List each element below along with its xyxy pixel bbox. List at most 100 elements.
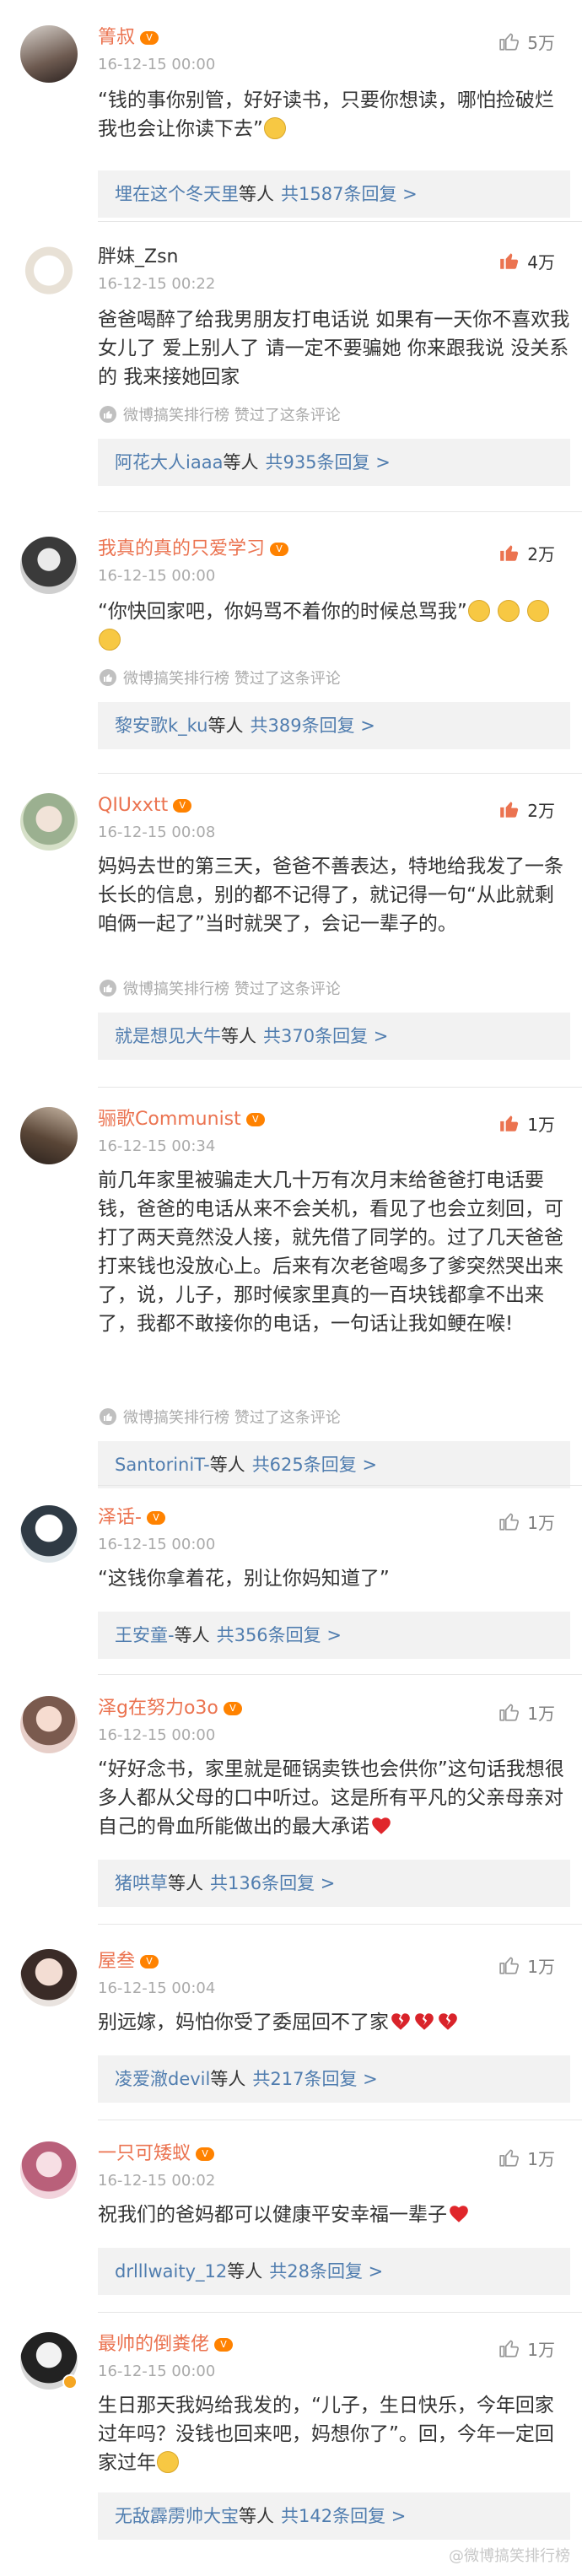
- username[interactable]: QIUxxtt V: [98, 793, 192, 818]
- reply-summary[interactable]: 阿花大人iaaa等人 共935条回复 >: [98, 439, 570, 486]
- comment-text: 前几年家里被骗走大几十万有次月末给爸爸打电话要钱，爸爸的电话从来不会关机，看见了…: [98, 1169, 563, 1335]
- reply-summary[interactable]: drlllwaity_12等人 共28条回复 >: [98, 2248, 570, 2295]
- reply-count-link: 共356条回复 >: [216, 1625, 342, 1645]
- reply-names: 凌爱澈devil: [115, 2069, 211, 2089]
- vip-badge-icon: V: [214, 2338, 234, 2352]
- like-button[interactable]: 2万: [498, 797, 555, 822]
- reply-names: 王安童-: [115, 1625, 175, 1645]
- avatar[interactable]: [20, 245, 78, 302]
- reply-summary[interactable]: 无敌霹雳帅大宝等人 共142条回复 >: [98, 2492, 570, 2540]
- reply-summary[interactable]: 黎安歌k_ku等人 共389条回复 >: [98, 702, 570, 749]
- avatar[interactable]: [20, 1696, 78, 1753]
- author-liked-note: 微博搞笑排行榜 赞过了这条评论: [98, 1406, 341, 1428]
- like-button[interactable]: 5万: [498, 29, 555, 54]
- like-count: 1万: [527, 1512, 555, 1533]
- timestamp: 16-12-15 00:02: [98, 2172, 216, 2190]
- divider: [98, 1924, 582, 1925]
- like-count: 4万: [527, 251, 555, 273]
- username[interactable]: 最帅的倒粪佬 V: [98, 2332, 234, 2357]
- reply-names: 就是想见大牛: [115, 1026, 221, 1046]
- chick-emoji-icon: [467, 600, 490, 622]
- reply-summary[interactable]: 王安童-等人 共356条回复 >: [98, 1612, 570, 1659]
- reply-count-link: 共935条回复 >: [265, 452, 391, 473]
- avatar[interactable]: [20, 1949, 78, 2006]
- author-liked-note: 微博搞笑排行榜 赞过了这条评论: [98, 403, 341, 425]
- vip-badge-icon: V: [245, 1113, 265, 1126]
- username[interactable]: 一只可矮蚁 V: [98, 2141, 215, 2167]
- thumbs-up-filled-icon: [500, 253, 519, 269]
- like-button[interactable]: 1万: [498, 1699, 555, 1725]
- thumbs-up-icon: [499, 1704, 520, 1721]
- like-button[interactable]: 1万: [498, 2336, 555, 2361]
- thumbs-up-icon: [499, 1513, 520, 1531]
- reply-count-link: 共142条回复 >: [281, 2506, 407, 2526]
- thumbs-up-filled-icon: [500, 545, 519, 561]
- reply-summary[interactable]: 凌爱澈devil等人 共217条回复 >: [98, 2055, 570, 2103]
- like-button[interactable]: 1万: [498, 2145, 555, 2170]
- thumbs-up-icon: [499, 33, 520, 51]
- reply-summary[interactable]: 猪哄草等人 共136条回复 >: [98, 1860, 570, 1907]
- divider: [98, 773, 582, 774]
- like-count: 1万: [527, 1703, 555, 1724]
- divider: [98, 221, 582, 222]
- comment-text: “钱的事你别管，好好读书，只要你想读，哪怕捡破烂我也会让你读下去”: [98, 89, 554, 140]
- watermark: @微博搞笑排行榜: [449, 2547, 570, 2565]
- avatar[interactable]: [20, 1505, 78, 1563]
- reply-summary[interactable]: 埋在这个冬天里等人 共1587条回复 >: [98, 170, 570, 218]
- comment-text: “你快回家吧，你妈骂不着你的时候总骂我”: [98, 597, 570, 655]
- reply-count-link: 共625条回复 >: [251, 1455, 378, 1475]
- reply-summary[interactable]: 就是想见大牛等人 共370条回复 >: [98, 1013, 570, 1060]
- avatar[interactable]: [20, 793, 78, 851]
- reply-count-link: 共370条回复 >: [263, 1026, 389, 1046]
- reply-count-link: 共28条回复 >: [269, 2261, 384, 2282]
- reply-names: 无敌霹雳帅大宝: [115, 2506, 239, 2526]
- username[interactable]: 骊歌Communist V: [98, 1107, 265, 1132]
- vip-badge-icon: V: [146, 1511, 165, 1525]
- reply-count-link: 共217条回复 >: [252, 2069, 378, 2089]
- thumbs-up-filled-icon: [500, 1115, 519, 1131]
- reply-count-link: 共1587条回复 >: [281, 184, 418, 204]
- like-count: 1万: [527, 2148, 555, 2169]
- username[interactable]: 泽g在努力o3o V: [98, 1696, 242, 1721]
- username[interactable]: 箐叔 V: [98, 25, 159, 51]
- like-count: 5万: [527, 32, 555, 53]
- author-liked-note: 微博搞笑排行榜 赞过了这条评论: [98, 667, 341, 689]
- timestamp: 16-12-15 00:00: [98, 2363, 216, 2380]
- comment-text: 生日那天我妈给我发的，“儿子，生日快乐，今年回家过年吗？没钱也回来吧，妈想你了”…: [98, 2395, 554, 2474]
- reply-summary[interactable]: SantoriniT-等人 共625条回复 >: [98, 1441, 570, 1488]
- comment-text: 别远嫁，妈怕你受了委屈回不了家: [98, 2008, 570, 2037]
- red-heart-emoji-icon: [450, 2206, 468, 2222]
- username[interactable]: 我真的真的只爱学习 V: [98, 537, 289, 562]
- like-count: 1万: [527, 2339, 555, 2360]
- reply-names: drlllwaity_12: [115, 2261, 228, 2282]
- like-button[interactable]: 1万: [498, 1110, 555, 1136]
- comment-text: “好好念书，家里就是砸锅卖铁也会供你”这句话我想很多人都从父母的口中听过。这是所…: [98, 1758, 564, 1838]
- like-button[interactable]: 1万: [498, 1952, 555, 1978]
- timestamp: 16-12-15 00:00: [98, 1536, 216, 1553]
- reply-names: SantoriniT-: [115, 1455, 210, 1475]
- chick-emoji-icon: [99, 629, 121, 651]
- divider: [98, 1087, 582, 1088]
- comment-feed: 箐叔 V 16-12-15 00:00 5万 “钱的事你别管，好好读书，只要你想读…: [0, 0, 582, 2576]
- chick-emoji-icon: [527, 600, 550, 622]
- reply-names: 黎安歌k_ku: [115, 716, 208, 736]
- like-button[interactable]: 2万: [498, 540, 555, 565]
- like-count: 1万: [527, 1114, 555, 1135]
- username[interactable]: 胖妹_Zsn: [98, 245, 178, 270]
- timestamp: 16-12-15 00:22: [98, 275, 216, 293]
- like-button[interactable]: 4万: [498, 248, 555, 273]
- avatar[interactable]: [20, 1107, 78, 1164]
- like-count: 2万: [527, 543, 555, 564]
- vip-badge-icon: V: [173, 799, 192, 813]
- like-button[interactable]: 1万: [498, 1509, 555, 1534]
- broken-heart-emoji-icon: [439, 2013, 457, 2030]
- username[interactable]: 泽话- V: [98, 1505, 165, 1531]
- red-heart-emoji-icon: [372, 1817, 391, 1834]
- author-like-icon: [100, 980, 116, 996]
- avatar[interactable]: [20, 537, 78, 594]
- avatar[interactable]: [20, 2141, 78, 2199]
- username[interactable]: 屋叁 V: [98, 1949, 159, 1974]
- avatar[interactable]: [20, 25, 78, 83]
- vip-badge-icon: V: [140, 31, 159, 45]
- reply-names: 阿花大人iaaa: [115, 452, 224, 473]
